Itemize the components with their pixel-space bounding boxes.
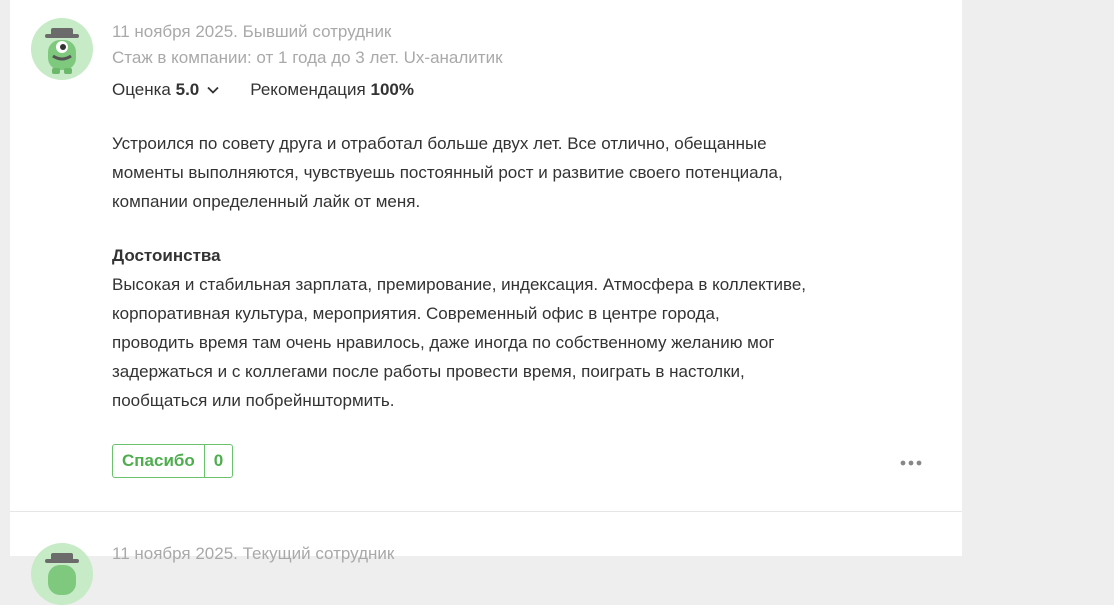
- review-experience: Стаж в компании: от 1 года до 3 лет. Ux-…: [112, 48, 503, 67]
- review-body: Устроился по совету друга и отработал бо…: [112, 129, 852, 216]
- reviewer-avatar: [31, 543, 93, 605]
- reviewer-avatar: [31, 18, 93, 80]
- review-date-status: 11 ноября 2025. Бывший сотрудник: [112, 22, 392, 41]
- ninja-avatar-icon: [45, 553, 79, 595]
- review-body-line: компании определенный лайк от меня.: [112, 192, 421, 211]
- thanks-count: 0: [203, 445, 232, 477]
- rating-label: Оценка: [112, 80, 171, 99]
- pros-line: задержаться и с коллегами после работы п…: [112, 362, 745, 381]
- review-body-line: Устроился по совету друга и отработал бо…: [112, 134, 767, 153]
- review-date-status: 11 ноября 2025. Текущий сотрудник: [112, 544, 395, 563]
- pros-line: Высокая и стабильная зарплата, премирова…: [112, 275, 807, 294]
- review-ratings: Оценка 5.0 Рекомендация 100%: [112, 79, 414, 101]
- pros-line: проводить время там очень нравилось, даж…: [112, 333, 775, 352]
- review-body-line: моменты выполняются, чувствуешь постоянн…: [112, 163, 783, 182]
- recommend-value: 100%: [370, 80, 414, 99]
- pros-title: Достоинства: [112, 246, 221, 265]
- thanks-label: Спасибо: [122, 451, 195, 470]
- pros-line: корпоративная культура, мероприятия. Сов…: [112, 304, 720, 323]
- recommend-label: Рекомендация: [250, 80, 366, 99]
- pros-line: пообщаться или побрейнштормить.: [112, 391, 395, 410]
- more-dots-icon[interactable]: [899, 455, 923, 471]
- chevron-down-icon[interactable]: [206, 83, 220, 97]
- review-divider: [10, 511, 962, 512]
- rating-value: 5.0: [175, 80, 200, 99]
- ninja-avatar-icon: [45, 28, 79, 74]
- thanks-button[interactable]: Спасибо 0: [112, 444, 234, 478]
- pros-body: Высокая и стабильная зарплата, премирова…: [112, 270, 852, 415]
